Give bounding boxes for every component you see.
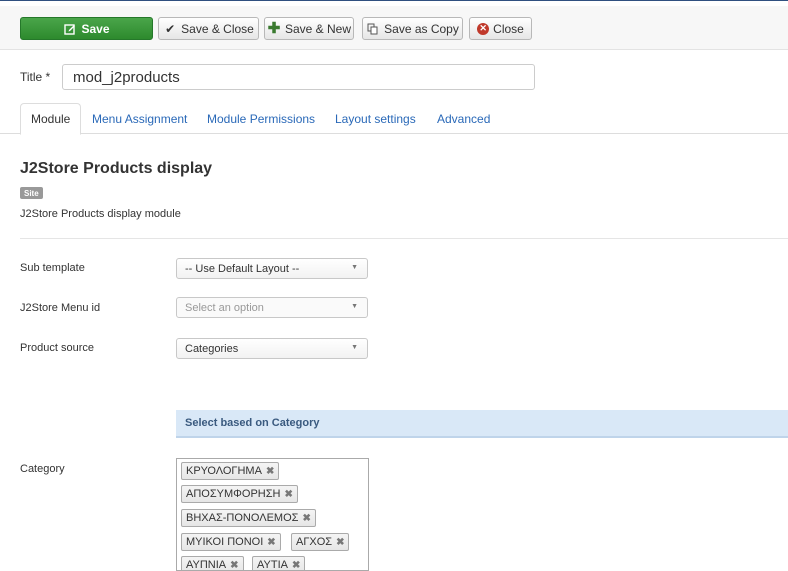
product-source-select[interactable]: Categories ▼ xyxy=(176,338,368,359)
sub-template-select[interactable]: -- Use Default Layout -- ▼ xyxy=(176,258,368,279)
save-close-button[interactable]: ✔ Save & Close xyxy=(158,17,259,40)
category-multiselect[interactable]: ΚΡΥΟΛΟΓΗΜΑ ✖ ΑΠΟΣΥΜΦΟΡΗΣΗ ✖ ΒΗΧΑΣ-ΠΟΝΟΛΕ… xyxy=(176,458,369,571)
title-row: Title * xyxy=(20,64,535,90)
category-chip: ΒΗΧΑΣ-ΠΟΝΟΛΕΜΟΣ ✖ xyxy=(181,509,316,527)
plus-icon: ✚ xyxy=(267,20,281,37)
title-input[interactable] xyxy=(62,64,535,90)
remove-icon[interactable]: ✖ xyxy=(292,560,300,571)
category-chip-label: ΑΠΟΣΥΜΦΟΡΗΣΗ xyxy=(186,488,281,500)
sub-template-label: Sub template xyxy=(20,262,85,274)
save-close-label: Save & Close xyxy=(181,21,254,36)
remove-icon[interactable]: ✖ xyxy=(285,489,293,500)
close-button[interactable]: ✕ Close xyxy=(469,17,532,40)
remove-icon[interactable]: ✖ xyxy=(336,537,344,548)
module-description: J2Store Products display module xyxy=(20,208,181,220)
menu-id-placeholder: Select an option xyxy=(185,301,264,314)
save-copy-button[interactable]: Save as Copy xyxy=(362,17,463,40)
site-badge: Site xyxy=(20,187,43,199)
category-chip: ΚΡΥΟΛΟΓΗΜΑ ✖ xyxy=(181,462,280,480)
category-chip-label: ΑΓΧΟΣ xyxy=(296,536,333,548)
product-source-label: Product source xyxy=(20,342,94,354)
sub-template-value: -- Use Default Layout -- xyxy=(185,262,300,275)
category-label: Category xyxy=(20,463,65,475)
chevron-down-icon: ▼ xyxy=(351,344,358,351)
remove-icon[interactable]: ✖ xyxy=(267,537,275,548)
category-chip: ΜΥΙΚΟΙ ΠΟΝΟΙ ✖ xyxy=(181,533,281,551)
menu-id-label: J2Store Menu id xyxy=(20,302,101,314)
category-chip: ΑΠΟΣΥΜΦΟΡΗΣΗ ✖ xyxy=(181,485,298,503)
product-source-value: Categories xyxy=(185,342,239,355)
checkmark-icon: ✔ xyxy=(165,21,176,36)
chevron-down-icon: ▼ xyxy=(351,303,358,310)
remove-icon[interactable]: ✖ xyxy=(302,513,310,524)
category-chip-label: ΑΥΠΝΙΑ xyxy=(186,559,227,571)
title-label: Title * xyxy=(20,70,51,84)
toolbar: Save ✔ Save & Close ✚ Save & New Save as… xyxy=(0,6,788,50)
tab-module-permissions[interactable]: Module Permissions xyxy=(197,103,325,134)
edit-icon xyxy=(63,22,77,36)
category-section-heading: Select based on Category xyxy=(176,410,788,438)
section-divider xyxy=(20,238,788,239)
remove-icon[interactable]: ✖ xyxy=(230,560,238,571)
save-button[interactable]: Save xyxy=(20,17,153,40)
close-label: Close xyxy=(493,21,524,36)
category-chip-label: ΒΗΧΑΣ-ΠΟΝΟΛΕΜΟΣ xyxy=(186,512,299,524)
copy-icon xyxy=(366,22,380,36)
remove-icon[interactable]: ✖ xyxy=(266,466,274,477)
save-copy-label: Save as Copy xyxy=(384,21,459,36)
category-chip-label: ΜΥΙΚΟΙ ΠΟΝΟΙ xyxy=(186,536,264,548)
save-button-label: Save xyxy=(81,21,110,36)
tab-module[interactable]: Module xyxy=(20,103,82,135)
chevron-down-icon: ▼ xyxy=(351,264,358,271)
tab-layout-settings[interactable]: Layout settings xyxy=(325,103,426,134)
category-chip-label: ΑΥΤΙΑ xyxy=(257,559,288,571)
category-chip: ΑΥΠΝΙΑ ✖ xyxy=(181,556,244,571)
tab-advanced[interactable]: Advanced xyxy=(427,103,500,134)
module-tabs: Module Menu Assignment Module Permission… xyxy=(0,103,788,135)
save-new-button[interactable]: ✚ Save & New xyxy=(264,17,354,40)
category-chip: ΑΥΤΙΑ ✖ xyxy=(252,556,306,571)
category-chip: ΑΓΧΟΣ ✖ xyxy=(291,533,350,551)
module-heading: J2Store Products display xyxy=(20,160,213,177)
top-border xyxy=(0,0,788,4)
menu-id-select[interactable]: Select an option ▼ xyxy=(176,297,368,318)
save-new-label: Save & New xyxy=(284,21,352,36)
close-circle-icon: ✕ xyxy=(477,22,490,35)
tab-menu-assignment[interactable]: Menu Assignment xyxy=(82,103,197,134)
category-chip-label: ΚΡΥΟΛΟΓΗΜΑ xyxy=(186,465,262,477)
